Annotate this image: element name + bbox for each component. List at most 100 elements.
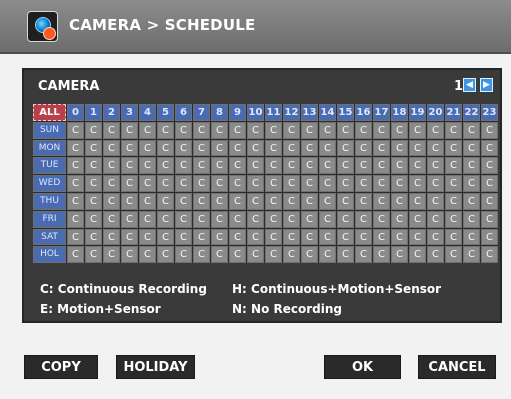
schedule-cell[interactable]: C: [247, 121, 264, 139]
schedule-cell[interactable]: C: [229, 192, 246, 210]
schedule-cell[interactable]: C: [229, 228, 246, 246]
schedule-cell[interactable]: C: [301, 210, 318, 228]
hour-header-13[interactable]: 13: [301, 104, 318, 121]
schedule-cell[interactable]: C: [157, 157, 174, 175]
schedule-cell[interactable]: C: [121, 175, 138, 192]
schedule-cell[interactable]: C: [211, 157, 228, 175]
schedule-cell[interactable]: C: [301, 139, 318, 157]
schedule-cell[interactable]: C: [409, 192, 426, 210]
schedule-cell[interactable]: C: [157, 210, 174, 228]
schedule-cell[interactable]: C: [409, 246, 426, 264]
schedule-cell[interactable]: C: [211, 228, 228, 246]
schedule-cell[interactable]: C: [445, 121, 462, 139]
schedule-cell[interactable]: C: [409, 139, 426, 157]
schedule-cell[interactable]: C: [121, 157, 138, 175]
schedule-cell[interactable]: C: [445, 192, 462, 210]
hour-header-20[interactable]: 20: [427, 104, 444, 121]
schedule-cell[interactable]: C: [67, 246, 84, 264]
schedule-cell[interactable]: C: [463, 246, 480, 264]
schedule-cell[interactable]: C: [85, 192, 102, 210]
schedule-cell[interactable]: C: [481, 192, 498, 210]
schedule-cell[interactable]: C: [139, 192, 156, 210]
schedule-cell[interactable]: C: [229, 121, 246, 139]
schedule-cell[interactable]: C: [229, 175, 246, 192]
schedule-cell[interactable]: C: [427, 210, 444, 228]
copy-button[interactable]: COPY: [24, 355, 98, 379]
schedule-cell[interactable]: C: [211, 139, 228, 157]
schedule-cell[interactable]: C: [157, 246, 174, 264]
schedule-cell[interactable]: C: [211, 175, 228, 192]
schedule-cell[interactable]: C: [409, 157, 426, 175]
schedule-cell[interactable]: C: [391, 157, 408, 175]
schedule-cell[interactable]: C: [103, 121, 120, 139]
schedule-cell[interactable]: C: [391, 228, 408, 246]
schedule-cell[interactable]: C: [175, 139, 192, 157]
schedule-cell[interactable]: C: [427, 246, 444, 264]
hour-header-17[interactable]: 17: [373, 104, 390, 121]
schedule-cell[interactable]: C: [319, 192, 336, 210]
schedule-cell[interactable]: C: [373, 228, 390, 246]
schedule-cell[interactable]: C: [337, 139, 354, 157]
hour-header-0[interactable]: 0: [67, 104, 84, 121]
schedule-cell[interactable]: C: [175, 157, 192, 175]
schedule-cell[interactable]: C: [121, 210, 138, 228]
schedule-cell[interactable]: C: [355, 228, 372, 246]
schedule-cell[interactable]: C: [337, 210, 354, 228]
schedule-cell[interactable]: C: [391, 121, 408, 139]
hour-header-2[interactable]: 2: [103, 104, 120, 121]
schedule-cell[interactable]: C: [67, 139, 84, 157]
schedule-cell[interactable]: C: [391, 192, 408, 210]
schedule-cell[interactable]: C: [85, 246, 102, 264]
schedule-cell[interactable]: C: [463, 210, 480, 228]
hour-header-19[interactable]: 19: [409, 104, 426, 121]
schedule-cell[interactable]: C: [481, 139, 498, 157]
schedule-cell[interactable]: C: [301, 157, 318, 175]
schedule-cell[interactable]: C: [301, 192, 318, 210]
schedule-cell[interactable]: C: [337, 192, 354, 210]
schedule-cell[interactable]: C: [445, 210, 462, 228]
schedule-cell[interactable]: C: [193, 175, 210, 192]
schedule-cell[interactable]: C: [157, 228, 174, 246]
schedule-cell[interactable]: C: [481, 246, 498, 264]
schedule-cell[interactable]: C: [193, 157, 210, 175]
hour-header-14[interactable]: 14: [319, 104, 336, 121]
schedule-cell[interactable]: C: [337, 246, 354, 264]
schedule-cell[interactable]: C: [265, 210, 282, 228]
schedule-cell[interactable]: C: [121, 139, 138, 157]
schedule-cell[interactable]: C: [67, 157, 84, 175]
schedule-cell[interactable]: C: [67, 210, 84, 228]
schedule-cell[interactable]: C: [463, 121, 480, 139]
schedule-cell[interactable]: C: [67, 192, 84, 210]
schedule-cell[interactable]: C: [463, 228, 480, 246]
schedule-cell[interactable]: C: [355, 157, 372, 175]
schedule-cell[interactable]: C: [175, 121, 192, 139]
schedule-cell[interactable]: C: [409, 175, 426, 192]
schedule-cell[interactable]: C: [265, 139, 282, 157]
schedule-cell[interactable]: C: [355, 121, 372, 139]
schedule-cell[interactable]: C: [193, 121, 210, 139]
day-label-hol[interactable]: HOL: [33, 246, 66, 264]
schedule-cell[interactable]: C: [337, 175, 354, 192]
schedule-cell[interactable]: C: [283, 246, 300, 264]
hour-header-8[interactable]: 8: [211, 104, 228, 121]
schedule-cell[interactable]: C: [409, 210, 426, 228]
schedule-cell[interactable]: C: [391, 139, 408, 157]
schedule-cell[interactable]: C: [427, 157, 444, 175]
schedule-cell[interactable]: C: [373, 157, 390, 175]
schedule-cell[interactable]: C: [283, 157, 300, 175]
schedule-cell[interactable]: C: [355, 175, 372, 192]
schedule-cell[interactable]: C: [355, 246, 372, 264]
schedule-cell[interactable]: C: [103, 210, 120, 228]
schedule-cell[interactable]: C: [103, 228, 120, 246]
schedule-cell[interactable]: C: [373, 210, 390, 228]
schedule-cell[interactable]: C: [247, 192, 264, 210]
schedule-cell[interactable]: C: [139, 157, 156, 175]
schedule-cell[interactable]: C: [157, 192, 174, 210]
day-label-mon[interactable]: MON: [33, 139, 66, 157]
schedule-cell[interactable]: C: [211, 121, 228, 139]
schedule-cell[interactable]: C: [139, 175, 156, 192]
schedule-cell[interactable]: C: [283, 139, 300, 157]
hour-header-12[interactable]: 12: [283, 104, 300, 121]
hour-header-1[interactable]: 1: [85, 104, 102, 121]
camera-prev-button[interactable]: ◀: [463, 78, 476, 92]
